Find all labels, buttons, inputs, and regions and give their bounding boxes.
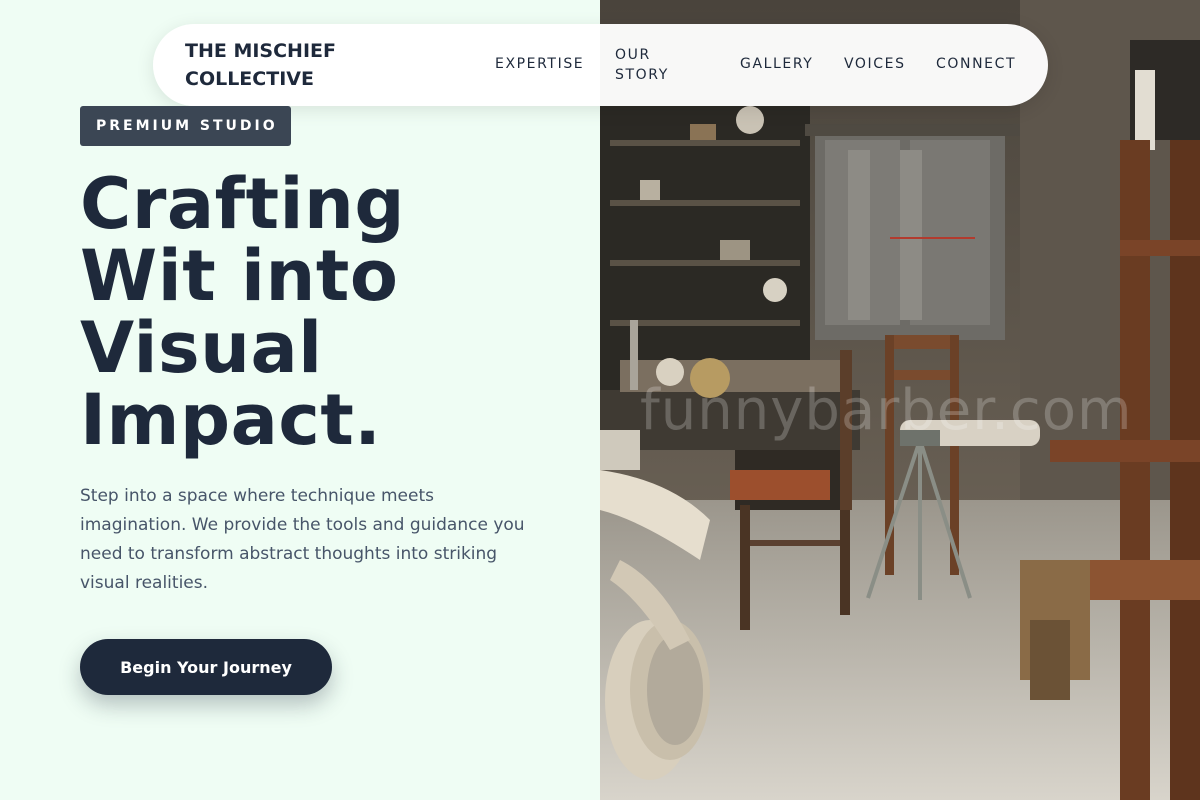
studio-badge: PREMIUM STUDIO: [80, 106, 291, 146]
headline-line-4: Impact.: [80, 379, 382, 461]
nav-link-voices[interactable]: VOICES: [844, 56, 906, 72]
nav-link-expertise[interactable]: EXPERTISE: [495, 56, 584, 72]
headline-line-1: Crafting: [80, 163, 405, 245]
nav-link-connect[interactable]: CONNECT: [936, 56, 1016, 72]
begin-journey-button[interactable]: Begin Your Journey: [80, 639, 332, 695]
hero-intro-text: Step into a space where technique meets …: [80, 486, 525, 593]
hero-headline: Crafting Wit into Visual Impact.: [80, 168, 520, 456]
photo-watermark: funnybarber.com: [640, 378, 1133, 443]
headline-line-2: Wit into: [80, 235, 399, 317]
top-navigation-bar: THE MISCHIEF COLLECTIVE EXPERTISE OUR ST…: [153, 24, 1048, 106]
headline-line-3: Visual: [80, 307, 323, 389]
brand-logo[interactable]: THE MISCHIEF COLLECTIVE: [185, 37, 385, 93]
nav-link-gallery[interactable]: GALLERY: [740, 56, 813, 72]
nav-link-our-story[interactable]: OUR STORY: [615, 45, 685, 85]
